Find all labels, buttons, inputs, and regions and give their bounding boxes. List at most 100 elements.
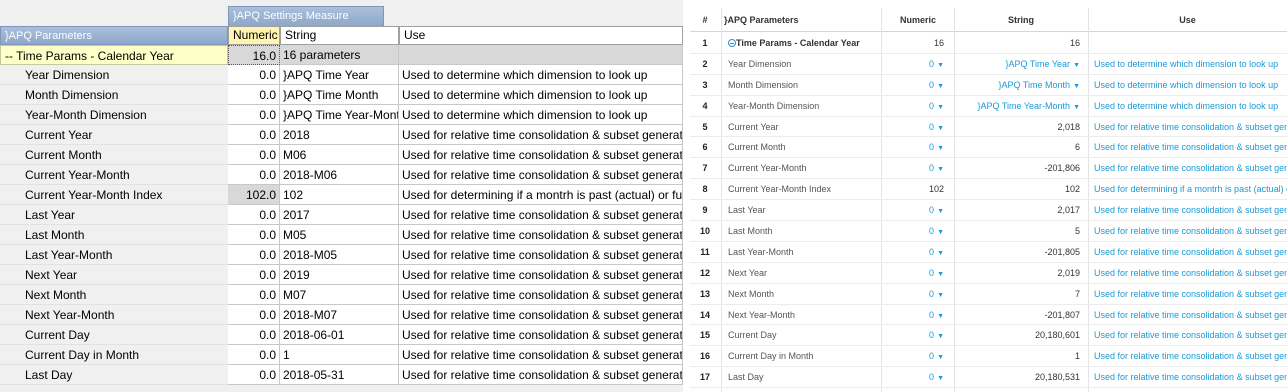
string-cell[interactable]: 16 bbox=[954, 33, 1088, 53]
use-cell[interactable]: Used to determine which dimension to loo… bbox=[399, 105, 683, 125]
use-cell[interactable]: Used for relative time consolidation & s… bbox=[1094, 305, 1287, 325]
numeric-cell[interactable]: 0.0 bbox=[228, 125, 280, 145]
string-cell[interactable]: -201,805 bbox=[954, 242, 1088, 262]
use-cell[interactable]: Used to determine which dimension to loo… bbox=[1094, 54, 1287, 74]
row-label[interactable]: Current Day bbox=[0, 325, 228, 345]
use-cell[interactable]: Used for relative time consolidation & s… bbox=[1094, 200, 1287, 220]
use-cell[interactable]: Used for relative time consolidation & s… bbox=[399, 145, 683, 165]
use-cell[interactable]: Used for relative time consolidation & s… bbox=[399, 265, 683, 285]
string-cell[interactable]: -201,806 bbox=[954, 158, 1088, 178]
numeric-cell[interactable]: 0 ▼ bbox=[882, 158, 954, 178]
numeric-cell[interactable]: 0.0 bbox=[228, 305, 280, 325]
string-cell[interactable]: 2,017 bbox=[954, 200, 1088, 220]
numeric-cell[interactable]: 0 ▼ bbox=[882, 54, 954, 74]
chevron-down-icon[interactable]: ▼ bbox=[937, 375, 944, 382]
row-label[interactable]: Current Year-Month Index bbox=[0, 185, 228, 205]
use-cell[interactable]: Used for relative time consolidation & s… bbox=[399, 205, 683, 225]
use-cell[interactable]: Used for relative time consolidation & s… bbox=[399, 365, 683, 385]
numeric-cell[interactable]: 0 ▼ bbox=[882, 221, 954, 241]
string-cell[interactable]: 2017 bbox=[280, 205, 399, 225]
string-cell[interactable]: 2018-M07 bbox=[280, 305, 399, 325]
numeric-cell[interactable]: 0 ▼ bbox=[882, 263, 954, 283]
chevron-down-icon[interactable]: ▼ bbox=[937, 313, 944, 320]
use-cell[interactable]: Used for determining if a montrh is past… bbox=[399, 185, 683, 205]
row-label[interactable]: Current Day in Month bbox=[0, 345, 228, 365]
use-cell[interactable]: Used for relative time consolidation & s… bbox=[399, 125, 683, 145]
use-cell[interactable]: Used for relative time consolidation & s… bbox=[1094, 117, 1287, 137]
numeric-cell[interactable]: 0 ▼ bbox=[882, 117, 954, 137]
row-label[interactable]: Last Month bbox=[722, 221, 882, 241]
numeric-cell[interactable]: 16 bbox=[882, 33, 954, 53]
column-header-string[interactable]: String bbox=[280, 26, 399, 45]
numeric-cell[interactable]: 0.0 bbox=[228, 365, 280, 385]
row-label[interactable]: Current Year bbox=[0, 125, 228, 145]
string-cell[interactable]: 1 bbox=[954, 346, 1088, 366]
row-label[interactable]: Last Year-Month bbox=[722, 242, 882, 262]
chevron-down-icon[interactable]: ▼ bbox=[937, 333, 944, 340]
string-cell[interactable]: }APQ Time Month bbox=[280, 85, 399, 105]
row-label[interactable]: Month Dimension bbox=[0, 85, 228, 105]
string-cell[interactable]: 2018-M06 bbox=[280, 165, 399, 185]
use-cell[interactable]: Used to determine which dimension to loo… bbox=[1094, 96, 1287, 116]
numeric-cell[interactable]: 0.0 bbox=[228, 345, 280, 365]
row-label[interactable]: Current Year-Month bbox=[0, 165, 228, 185]
numeric-cell[interactable]: 0.0 bbox=[228, 325, 280, 345]
chevron-down-icon[interactable]: ▼ bbox=[1073, 104, 1080, 111]
row-label[interactable]: Year-Month Dimension bbox=[722, 96, 882, 116]
use-cell[interactable]: Used for relative time consolidation & s… bbox=[1094, 242, 1287, 262]
row-label[interactable]: Time Params - Calendar Year bbox=[722, 33, 882, 53]
string-cell[interactable]: -201,807 bbox=[954, 305, 1088, 325]
string-cell[interactable]: 6 bbox=[954, 137, 1088, 157]
row-label[interactable]: Last Year-Month bbox=[0, 245, 228, 265]
string-cell[interactable]: 16 parameters bbox=[280, 45, 399, 65]
string-cell[interactable]: 102 bbox=[280, 185, 399, 205]
use-cell[interactable]: Used to determine which dimension to loo… bbox=[399, 65, 683, 85]
use-cell[interactable]: Used for relative time consolidation & s… bbox=[399, 325, 683, 345]
string-cell[interactable]: 2018 bbox=[280, 125, 399, 145]
use-cell[interactable]: Used for relative time consolidation & s… bbox=[1094, 137, 1287, 157]
row-label[interactable]: Current Month bbox=[0, 145, 228, 165]
string-cell[interactable]: }APQ Time Year ▼ bbox=[954, 54, 1088, 74]
chevron-down-icon[interactable]: ▼ bbox=[937, 125, 944, 132]
chevron-down-icon[interactable]: ▼ bbox=[937, 271, 944, 278]
chevron-down-icon[interactable]: ▼ bbox=[1073, 62, 1080, 69]
numeric-cell[interactable]: 0.0 bbox=[228, 65, 280, 85]
numeric-cell[interactable]: 0.0 bbox=[228, 245, 280, 265]
chevron-down-icon[interactable]: ▼ bbox=[937, 354, 944, 361]
chevron-down-icon[interactable]: ▼ bbox=[937, 83, 944, 90]
string-cell[interactable]: 1 bbox=[280, 345, 399, 365]
use-cell[interactable]: Used for relative time consolidation & s… bbox=[399, 245, 683, 265]
row-label[interactable]: Last Day bbox=[0, 365, 228, 385]
row-label[interactable]: Next Month bbox=[0, 285, 228, 305]
chevron-down-icon[interactable]: ▼ bbox=[937, 145, 944, 152]
row-label[interactable]: Year Dimension bbox=[0, 65, 228, 85]
chevron-down-icon[interactable]: ▼ bbox=[937, 292, 944, 299]
string-cell[interactable]: }APQ Time Month ▼ bbox=[954, 75, 1088, 95]
numeric-cell[interactable]: 0.0 bbox=[228, 205, 280, 225]
use-cell[interactable]: Used for relative time consolidation & s… bbox=[1094, 263, 1287, 283]
string-cell[interactable]: M07 bbox=[280, 285, 399, 305]
string-cell[interactable]: 20,180,601 bbox=[954, 325, 1088, 345]
numeric-cell[interactable]: 0 ▼ bbox=[882, 284, 954, 304]
measure-dimension-tab[interactable]: }APQ Settings Measure bbox=[228, 6, 384, 26]
use-cell[interactable] bbox=[1094, 33, 1287, 53]
numeric-cell[interactable]: 0.0 bbox=[228, 165, 280, 185]
use-cell[interactable]: Used for relative time consolidation & s… bbox=[1094, 367, 1287, 387]
chevron-down-icon[interactable]: ▼ bbox=[937, 166, 944, 173]
numeric-cell[interactable]: 16.0 bbox=[228, 45, 280, 65]
use-cell[interactable]: Used for determining if a montrh is past… bbox=[1094, 179, 1287, 199]
chevron-down-icon[interactable]: ▼ bbox=[937, 62, 944, 69]
string-cell[interactable]: 2018-06-01 bbox=[280, 325, 399, 345]
numeric-cell[interactable]: 0.0 bbox=[228, 105, 280, 125]
numeric-cell[interactable]: 0.0 bbox=[228, 265, 280, 285]
numeric-cell[interactable]: 0 ▼ bbox=[882, 96, 954, 116]
column-header-string[interactable]: String bbox=[954, 8, 1088, 32]
string-cell[interactable]: 2019 bbox=[280, 265, 399, 285]
column-header-use[interactable]: Use bbox=[399, 26, 683, 45]
row-label[interactable]: Current Year bbox=[722, 117, 882, 137]
use-cell[interactable]: Used for relative time consolidation & s… bbox=[399, 345, 683, 365]
column-header-numeric[interactable]: Numeric bbox=[882, 8, 954, 32]
row-label[interactable]: Current Year-Month Index bbox=[722, 179, 882, 199]
row-label[interactable]: Current Year-Month bbox=[722, 158, 882, 178]
use-cell[interactable]: Used to determine which dimension to loo… bbox=[1094, 75, 1287, 95]
